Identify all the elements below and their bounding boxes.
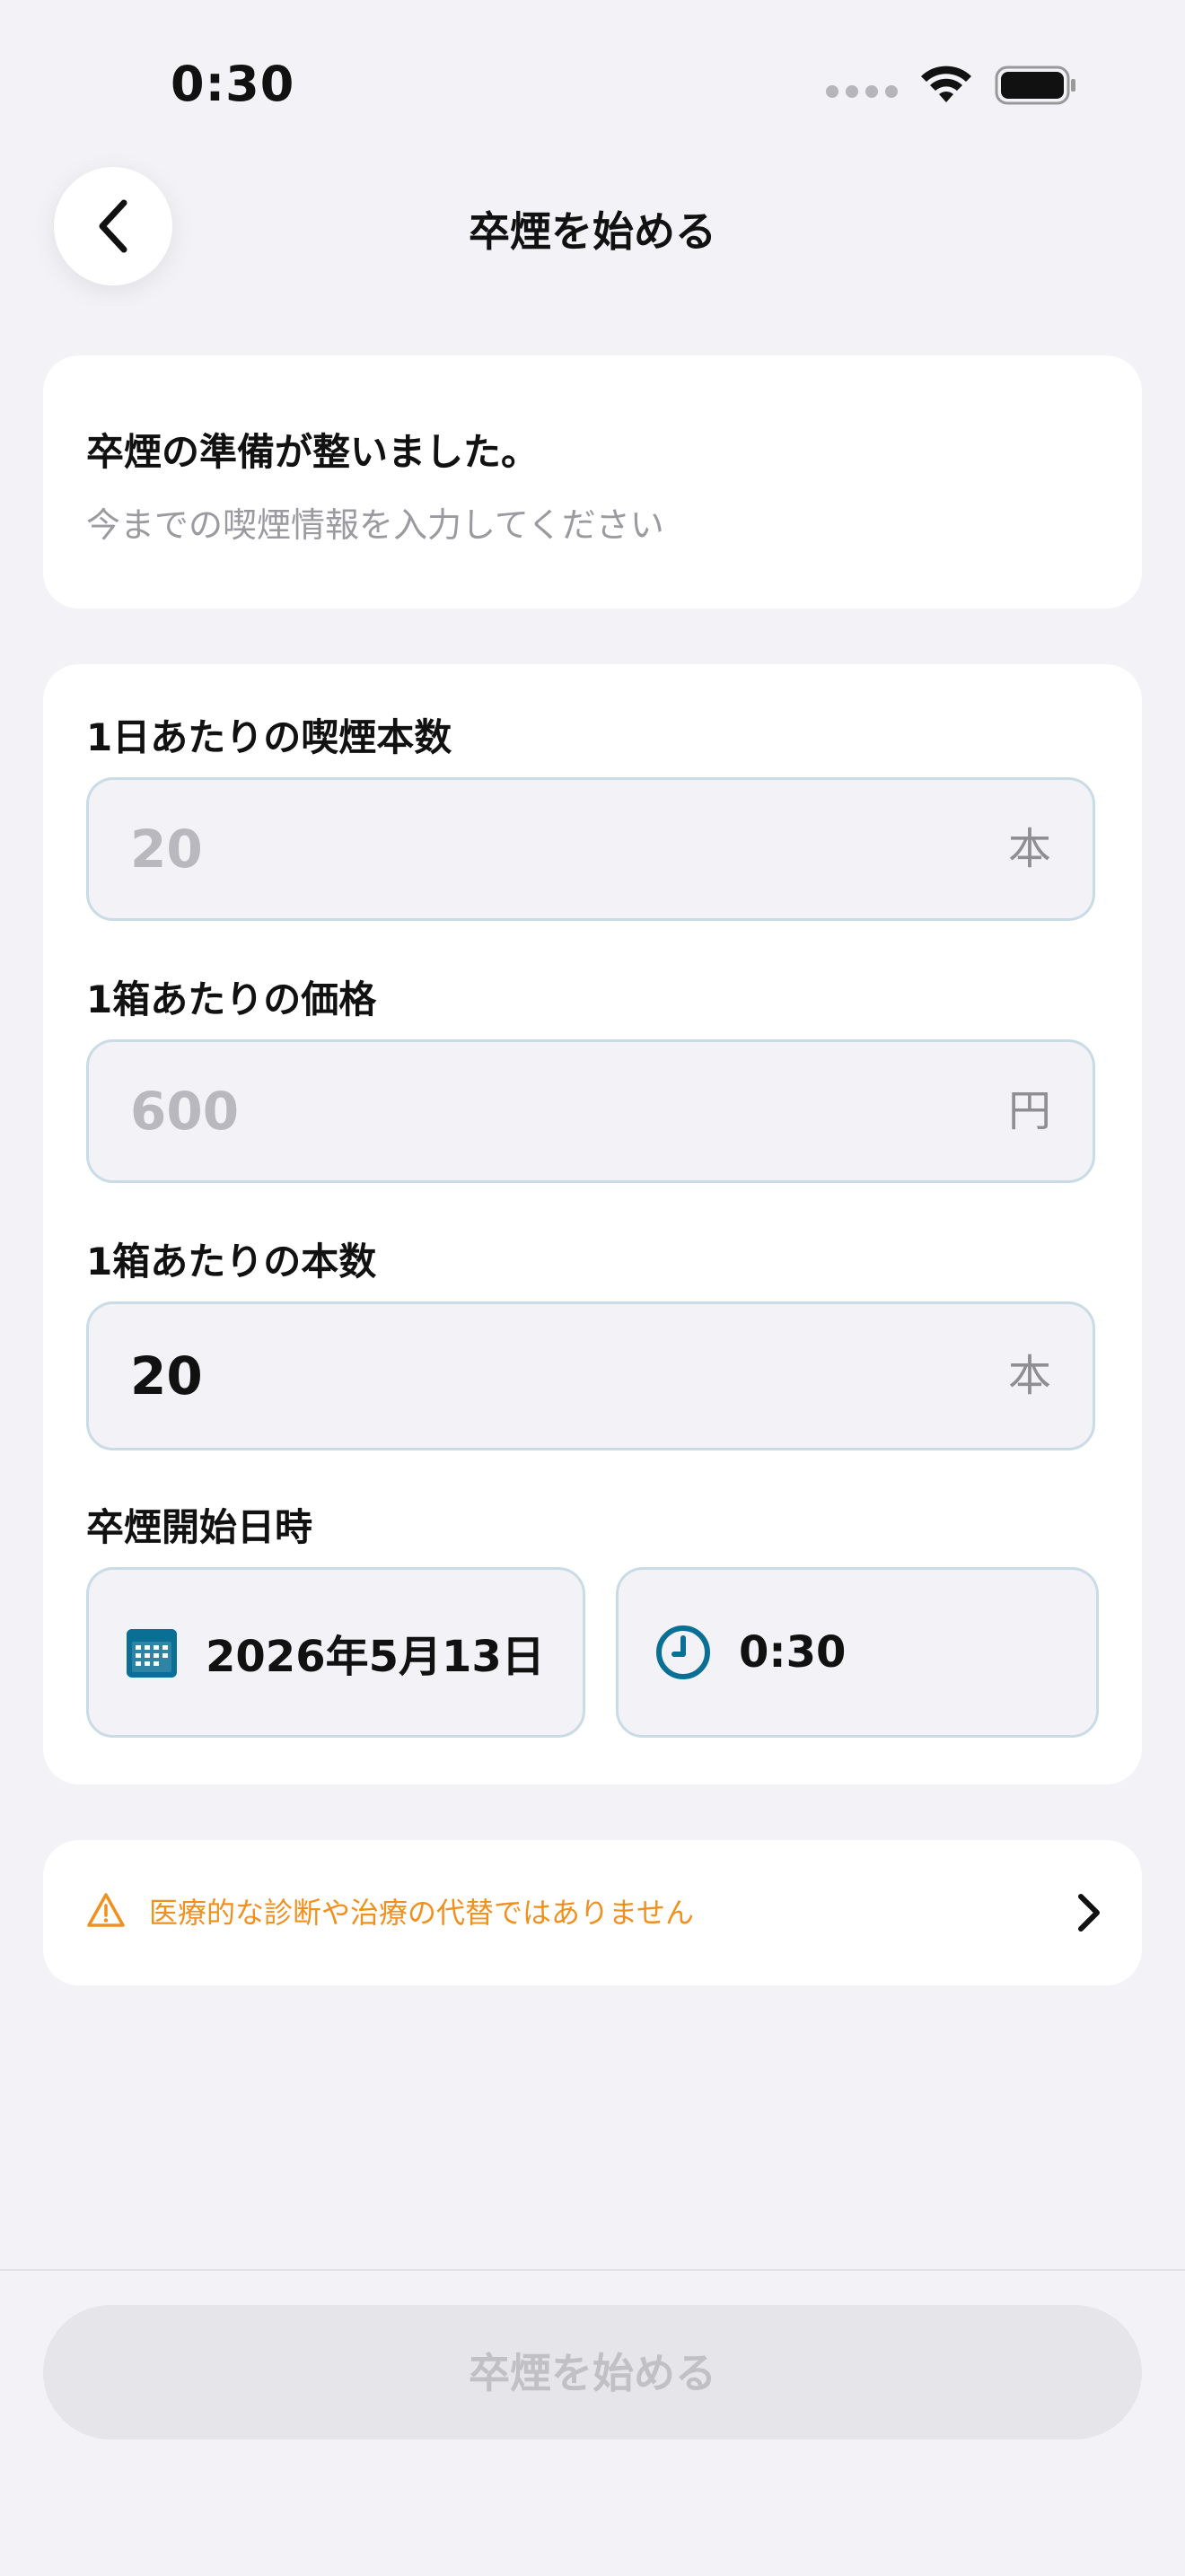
- smoking-info-form: 1日あたりの喫煙本数 20 本 1箱あたりの価格 600 円 1箱あたりの本数 …: [43, 664, 1142, 1784]
- start-quit-smoking-button[interactable]: 卒煙を始める: [43, 2305, 1142, 2440]
- daily-count-input[interactable]: 20 本: [86, 777, 1095, 921]
- wifi-icon: [921, 66, 971, 102]
- medical-disclaimer-row[interactable]: 医療的な診断や治療の代替ではありません: [43, 1840, 1142, 1985]
- disclaimer-text: 医療的な診断や治療の代替ではありません: [149, 1896, 695, 1930]
- warning-icon: [87, 1893, 125, 1927]
- pack-count-value: 20: [130, 1345, 203, 1406]
- status-time: 0:30: [171, 56, 295, 112]
- calendar-icon: [127, 1629, 177, 1678]
- nav-bar: 卒煙を始める: [0, 162, 1185, 287]
- pack-price-input[interactable]: 600 円: [86, 1039, 1095, 1183]
- pack-count-unit: 本: [1007, 1351, 1051, 1401]
- pack-count-input[interactable]: 20 本: [86, 1301, 1095, 1450]
- start-date-value: 2026年5月13日: [206, 1632, 545, 1682]
- pack-price-label: 1箱あたりの価格: [86, 977, 377, 1021]
- pack-price-placeholder: 600: [130, 1081, 240, 1142]
- daily-count-label: 1日あたりの喫煙本数: [86, 715, 452, 759]
- page-title: 卒煙を始める: [469, 207, 716, 256]
- pack-count-label: 1箱あたりの本数: [86, 1240, 377, 1284]
- start-time-value: 0:30: [739, 1627, 847, 1678]
- intro-title: 卒煙の準備が整いました。: [86, 430, 540, 474]
- bottom-action-bar: 卒煙を始める: [0, 2269, 1185, 2576]
- start-time-picker[interactable]: 0:30: [616, 1567, 1099, 1738]
- intro-card: 卒煙の準備が整いました。 今までの喫煙情報を入力してください: [43, 355, 1142, 609]
- cellular-signal-icon: [826, 85, 898, 98]
- intro-subtitle: 今までの喫煙情報を入力してください: [86, 505, 664, 545]
- status-icons: [826, 65, 1077, 106]
- daily-count-placeholder: 20: [130, 819, 203, 880]
- daily-count-unit: 本: [1007, 824, 1051, 874]
- start-datetime-label: 卒煙開始日時: [86, 1505, 313, 1549]
- chevron-right-icon: [1078, 1894, 1100, 1932]
- status-bar: 0:30: [0, 0, 1185, 162]
- clock-icon: [656, 1625, 710, 1679]
- pack-price-unit: 円: [1007, 1086, 1051, 1136]
- start-date-picker[interactable]: 2026年5月13日: [86, 1567, 585, 1738]
- battery-icon: [995, 66, 1075, 105]
